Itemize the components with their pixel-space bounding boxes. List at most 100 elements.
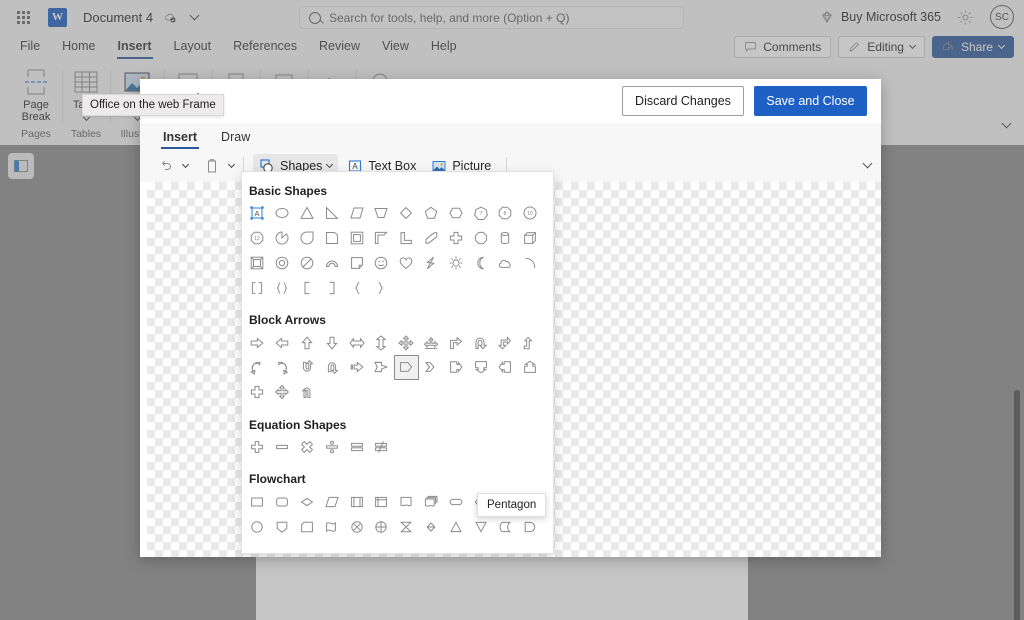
app-launcher-icon[interactable] xyxy=(10,4,36,30)
shape-arrow-quad-callout[interactable] xyxy=(270,380,295,405)
shape-multiply[interactable] xyxy=(295,435,320,460)
shape-not-equal[interactable] xyxy=(369,435,394,460)
vertical-scrollbar[interactable] xyxy=(1014,390,1020,620)
shape-cross[interactable] xyxy=(443,226,468,251)
shape-smiley-face[interactable] xyxy=(369,251,394,276)
document-title-chevron-icon[interactable] xyxy=(189,10,200,20)
ribbon-tab-references[interactable]: References xyxy=(223,36,307,57)
ribbon-group-pages[interactable]: Page Break Pages xyxy=(10,63,62,141)
shape-flowchart-stored-data[interactable] xyxy=(493,514,518,539)
shape-can[interactable] xyxy=(493,226,518,251)
shape-pentagon[interactable] xyxy=(393,354,419,380)
shape-trapezoid[interactable] xyxy=(369,201,394,226)
ribbon-tab-file[interactable]: File xyxy=(10,36,50,57)
shape-parallelogram[interactable] xyxy=(344,201,369,226)
shape-arrow-striped-right[interactable] xyxy=(344,355,369,380)
shape-flowchart-extract[interactable] xyxy=(443,514,468,539)
ribbon-tab-layout[interactable]: Layout xyxy=(164,36,222,57)
shape-oval[interactable] xyxy=(270,201,295,226)
tab-insert[interactable]: Insert xyxy=(158,130,202,149)
shape-folded-corner[interactable] xyxy=(344,251,369,276)
shape-arrow-curved-return[interactable] xyxy=(295,380,320,405)
paste-chevron-icon[interactable] xyxy=(227,160,236,168)
shape-moon[interactable] xyxy=(468,251,493,276)
shape-flowchart-process[interactable] xyxy=(245,489,270,514)
save-and-close-button[interactable]: Save and Close xyxy=(754,86,867,116)
shape-flowchart-data[interactable] xyxy=(319,489,344,514)
shape-lightning-bolt[interactable] xyxy=(419,251,444,276)
shape-right-triangle[interactable] xyxy=(319,201,344,226)
shape-text-box[interactable]: A xyxy=(245,201,270,226)
shape-donut[interactable] xyxy=(270,251,295,276)
paste-button[interactable] xyxy=(198,154,226,178)
shape-pie[interactable] xyxy=(270,226,295,251)
shape-half-frame[interactable] xyxy=(369,226,394,251)
document-title[interactable]: Document 4 xyxy=(83,10,200,25)
shape-flowchart-predefined-process[interactable] xyxy=(344,489,369,514)
shape-arrow-right[interactable] xyxy=(245,330,270,355)
editing-button[interactable]: Editing xyxy=(838,35,925,58)
shape-arrow-notched-right[interactable] xyxy=(369,355,394,380)
gear-icon[interactable] xyxy=(957,9,974,26)
shape-flowchart-terminator[interactable] xyxy=(443,489,468,514)
ribbon-tab-home[interactable]: Home xyxy=(52,36,105,57)
shape-left-bracket[interactable] xyxy=(295,275,320,300)
search-input[interactable]: Search for tools, help, and more (Option… xyxy=(299,6,684,29)
shape-flowchart-decision[interactable] xyxy=(295,489,320,514)
navigation-pane-button[interactable] xyxy=(8,153,34,179)
shape-flowchart-offpage-connector[interactable] xyxy=(270,514,295,539)
shape-flowchart-document[interactable] xyxy=(394,489,419,514)
shape-dodecagon[interactable]: 12 xyxy=(245,226,270,251)
shape-flowchart-internal-storage[interactable] xyxy=(369,489,394,514)
shape-arrow-curved-right[interactable] xyxy=(270,355,295,380)
shape-octagon[interactable]: 8 xyxy=(493,201,518,226)
shape-no-symbol[interactable] xyxy=(295,251,320,276)
shape-teardrop[interactable] xyxy=(295,226,320,251)
shape-flowchart-multidocument[interactable] xyxy=(419,489,444,514)
shape-arrow-down[interactable] xyxy=(319,330,344,355)
shape-arrow-up[interactable] xyxy=(295,330,320,355)
shape-arrow-down-callout[interactable] xyxy=(468,355,493,380)
ribbon-tab-review[interactable]: Review xyxy=(309,36,370,57)
shape-flowchart-sort[interactable] xyxy=(419,514,444,539)
shape-flowchart-merge[interactable] xyxy=(468,514,493,539)
shape-right-bracket[interactable] xyxy=(319,275,344,300)
shape-flowchart-alternate-process[interactable] xyxy=(270,489,295,514)
shape-chevron[interactable] xyxy=(419,355,444,380)
shape-pentagon-basic[interactable] xyxy=(419,201,444,226)
shapes-chevron-icon[interactable] xyxy=(326,160,334,168)
shape-arc[interactable] xyxy=(518,251,543,276)
shape-arrow-bent-up-quad[interactable] xyxy=(419,330,444,355)
buy-microsoft-365-button[interactable]: Buy Microsoft 365 xyxy=(820,10,941,24)
shape-flowchart-delay[interactable] xyxy=(518,514,543,539)
shape-arrow-u-turn[interactable] xyxy=(468,330,493,355)
shape-flowchart-collate[interactable] xyxy=(394,514,419,539)
shape-sun[interactable] xyxy=(443,251,468,276)
shape-left-brace[interactable] xyxy=(344,275,369,300)
ribbon-tab-help[interactable]: Help xyxy=(421,36,467,57)
shape-flowchart-summing-junction[interactable] xyxy=(344,514,369,539)
shape-diamond[interactable] xyxy=(394,201,419,226)
shape-flowchart-or[interactable] xyxy=(369,514,394,539)
shape-hexagon[interactable] xyxy=(443,201,468,226)
ribbon-collapse-chevron-icon[interactable] xyxy=(1001,118,1012,133)
shape-division[interactable] xyxy=(319,435,344,460)
shape-flowchart-punched-tape[interactable] xyxy=(319,514,344,539)
shape-bevel[interactable] xyxy=(245,251,270,276)
shape-arrow-cross-callout[interactable] xyxy=(245,380,270,405)
ribbon-tab-insert[interactable]: Insert xyxy=(108,36,162,59)
shape-cube[interactable] xyxy=(518,226,543,251)
shape-arrow-left-callout[interactable] xyxy=(493,355,518,380)
share-button[interactable]: Share xyxy=(931,35,1014,58)
ribbon-tab-view[interactable]: View xyxy=(372,36,419,57)
shape-regular-octagon[interactable] xyxy=(468,226,493,251)
shape-arrow-curved-down[interactable] xyxy=(319,355,344,380)
shape-arrow-bent[interactable] xyxy=(443,330,468,355)
shape-frame[interactable] xyxy=(344,226,369,251)
shape-arrow-right-callout[interactable] xyxy=(443,355,468,380)
shape-arrow-up-callout[interactable] xyxy=(518,355,543,380)
shape-arrow-quad[interactable] xyxy=(394,330,419,355)
shape-equal[interactable] xyxy=(344,435,369,460)
shape-double-bracket[interactable] xyxy=(245,275,270,300)
shape-cloud[interactable] xyxy=(493,251,518,276)
